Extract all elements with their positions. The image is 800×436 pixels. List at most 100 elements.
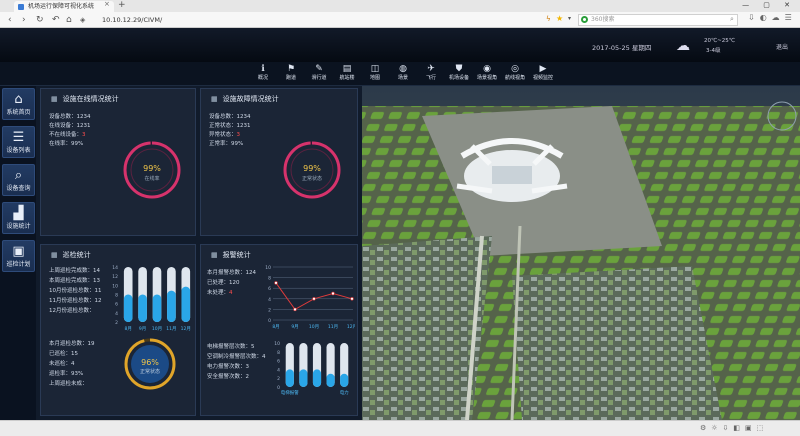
stat-line: 空调制冷报警层次数：4 [207, 354, 266, 360]
eye-icon: ◉ [483, 64, 491, 74]
new-tab-button[interactable]: + [118, 0, 126, 11]
data-point[interactable] [312, 297, 316, 301]
x-tick-label: 8月 [272, 324, 279, 329]
toolbar-item-plane[interactable]: ✈ 飞行 [419, 64, 443, 84]
bar[interactable] [299, 369, 308, 387]
stat-line: 本月巡检总数：19 [49, 341, 95, 347]
clipboard-icon: ▣ [12, 244, 25, 259]
y-tick-label: 4 [115, 311, 118, 317]
forward-icon[interactable]: › [22, 14, 26, 26]
url-field[interactable]: 10.10.12.29/CIVM/ [92, 14, 542, 26]
sidebar-item-label: 系统首页 [6, 109, 31, 116]
x-tick-label: 11月 [166, 326, 176, 331]
window-controls[interactable]: — ▢ ✕ [742, 0, 796, 11]
toolbar-item-flag[interactable]: ⚑ 跑道 [279, 64, 303, 84]
toolbar-item-building[interactable]: ▤ 航站楼 [335, 64, 359, 84]
undo-icon[interactable]: ↶ [52, 14, 60, 26]
stat-line: 未巡检：4 [49, 361, 75, 367]
sidebar-item-clipboard[interactable]: ▣ 巡检计划 [2, 240, 35, 272]
x-tick-label: 12月 [347, 324, 355, 329]
stat-line: 不在线设备：3 [49, 132, 86, 138]
toolbar-label: 机场设备 [448, 75, 469, 81]
city-district-right [512, 266, 722, 420]
toolbar-item-info[interactable]: ℹ 概况 [251, 64, 275, 84]
offline-count: 3 [82, 132, 86, 138]
bar[interactable] [138, 294, 147, 323]
toolbar-label: 场景 [397, 75, 408, 81]
shield-nav-icon: ◈ [80, 16, 86, 24]
y-tick-label: 12 [112, 274, 118, 280]
toolbar-item-pen[interactable]: ✎ 滑行道 [307, 64, 331, 84]
sidebar-item-chart[interactable]: ▟ 设施统计 [2, 202, 35, 234]
bar[interactable] [181, 286, 191, 322]
abnormal-count: 3 [236, 132, 241, 138]
bar[interactable] [167, 290, 176, 322]
y-tick-label: 2 [268, 307, 271, 313]
shield-icon: ⛊ [455, 64, 463, 74]
bar[interactable] [285, 369, 294, 387]
reload-icon[interactable]: ↻ [36, 14, 44, 26]
logout-link[interactable]: 退出 [776, 42, 788, 51]
bar[interactable] [312, 369, 322, 387]
toolbar-label: 滑行道 [311, 75, 327, 81]
toolbar-item-eye2[interactable]: ◎ 航线视角 [503, 64, 527, 84]
y-tick-label: 6 [277, 359, 280, 365]
sidebar-item-search[interactable]: ⌕ 设备查询 [2, 164, 35, 196]
weather-widget: ☁ 20℃~25℃ 3-4级 [676, 36, 740, 56]
x-tick-label: 电梯报警 [281, 389, 299, 395]
toolbar-item-play[interactable]: ▶ 视频监控 [531, 64, 555, 84]
browser-tab[interactable]: 机场运行保障可视化系统 [14, 1, 114, 12]
toolbar-label: 地图 [369, 75, 380, 81]
tab-title: 机场运行保障可视化系统 [28, 3, 95, 10]
y-tick-label: 6 [115, 302, 118, 308]
y-tick-label: 4 [277, 367, 280, 373]
map-icon: ◫ [370, 64, 380, 74]
bar[interactable] [340, 373, 349, 387]
panel-title: 设施故障情况统计 [211, 94, 279, 104]
date-display: 2017-05-25 星期四 [592, 44, 652, 52]
play-icon: ▶ [539, 64, 547, 74]
browser-menu-icons[interactable]: ⇩◐☁☰ [748, 13, 797, 22]
toolbar-item-map[interactable]: ◫ 地图 [363, 64, 387, 84]
stat-line: 未处理：4 [207, 290, 233, 296]
stat-line: 本周巡检完成数：13 [49, 278, 100, 284]
back-icon[interactable]: ‹ [8, 14, 12, 26]
sidebar-item-list[interactable]: ☰ 设备列表 [2, 126, 35, 158]
search-icon[interactable]: ⌕ [730, 15, 734, 24]
bar[interactable] [326, 373, 335, 387]
panel-title: 报警统计 [211, 250, 251, 260]
toolbar-item-globe[interactable]: ◍ 场景 [391, 64, 415, 84]
stat-line: 上周巡检未成： [49, 381, 88, 387]
data-point[interactable] [274, 281, 278, 285]
tab-close-icon[interactable]: × [104, 0, 110, 8]
y-tick-label: 6 [268, 286, 271, 292]
data-point[interactable] [293, 307, 297, 312]
data-point[interactable] [350, 297, 354, 301]
y-tick-label: 8 [277, 350, 280, 356]
search-input[interactable]: 360搜索 [578, 14, 738, 26]
stat-line: 11月份巡检总数：12 [49, 298, 102, 304]
data-point[interactable] [331, 291, 335, 296]
eye2-icon: ◎ [511, 64, 519, 74]
dropdown-icon[interactable]: ▾ [568, 15, 571, 22]
sidebar-item-label: 巡检计划 [6, 261, 31, 268]
toolbar-item-eye[interactable]: ◉ 场景视角 [475, 64, 499, 84]
x-tick-label: 11月 [328, 324, 338, 329]
status-icons[interactable]: ⚙☼⇩◧▣⬚ [700, 424, 768, 432]
cloud-rain-icon: ☁ [676, 38, 690, 54]
stat-line: 在线设备：1231 [49, 123, 91, 129]
gauge-value: 99% [143, 164, 161, 173]
star-icon[interactable]: ★ [556, 14, 563, 23]
bar[interactable] [152, 294, 162, 323]
airport-3d-map[interactable] [362, 86, 800, 420]
toolbar-label: 视频监控 [532, 75, 553, 81]
toolbar-item-shield[interactable]: ⛊ 机场设备 [447, 64, 471, 84]
lightning-icon[interactable]: ϟ [546, 15, 551, 23]
stat-line: 正常率：99% [209, 141, 244, 147]
bar[interactable] [123, 294, 133, 323]
y-tick-label: 0 [277, 385, 280, 391]
y-tick-label: 8 [268, 276, 271, 282]
online-gauge: 99% 在线率 [123, 141, 181, 199]
sidebar-item-home[interactable]: ⌂ 系统首页 [2, 88, 35, 120]
home-nav-icon[interactable]: ⌂ [66, 14, 72, 26]
